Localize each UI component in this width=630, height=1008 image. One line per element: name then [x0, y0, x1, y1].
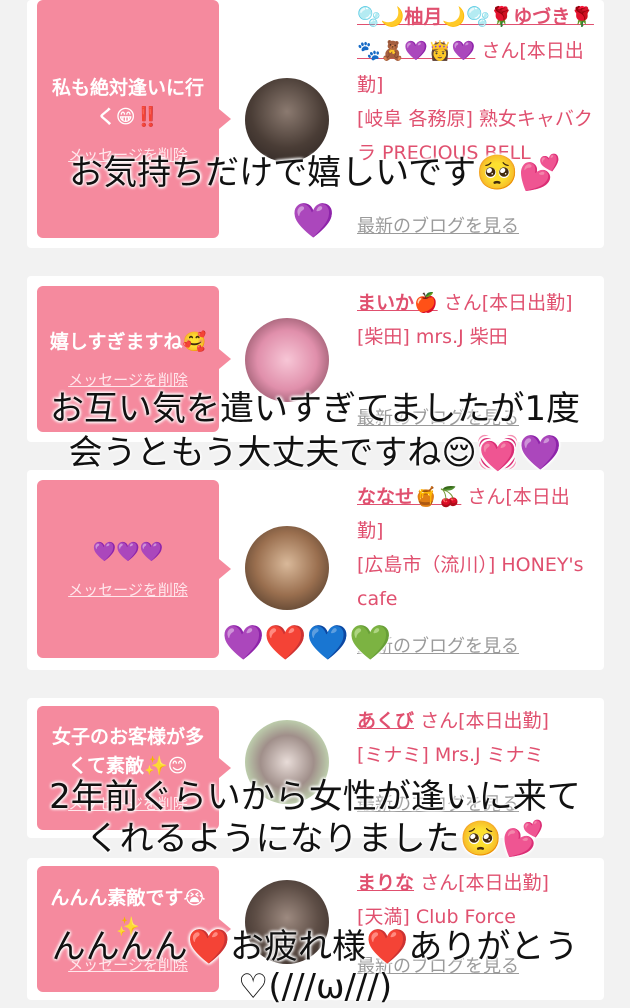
shop-location: [天満] Club Force [357, 906, 516, 928]
profile-info: 🫧🌙柚月🌙🫧🌹ゆづき🌹🐾🧸💜👸💜 さん[本日出勤] [岐阜 各務原] 熟女キャバ… [357, 0, 595, 170]
overlay-caption: 💜 [292, 201, 335, 241]
message-bubble: 💜💜💜 メッセージを削除 [37, 480, 231, 658]
overlay-caption: んんんん❤️お疲れ様❤️ありがとう [51, 927, 579, 967]
overlay-caption: くれるようになりました🥺💕 [85, 819, 545, 859]
title-suffix: さん[本日出勤] [420, 710, 549, 732]
delete-message-link[interactable]: メッセージを削除 [68, 369, 188, 390]
overlay-caption: お互い気を遣いすぎてましたが1度 [50, 389, 580, 429]
shop-location: [広島市（流川）] HONEY's cafe [357, 554, 584, 610]
delete-message-link[interactable]: メッセージを削除 [68, 579, 188, 600]
profile-name-link[interactable]: まりな [357, 872, 414, 894]
profile-name-link[interactable]: まいか🍎 [357, 292, 438, 314]
message-text: 嬉しすぎますね🥰 [49, 331, 207, 353]
profile-info: あくび さん[本日出勤] [ミナミ] Mrs.J ミナミ [357, 704, 595, 772]
title-suffix: さん[本日出勤] [443, 292, 573, 314]
message-text: 私も絶対逢いに行く😁‼️ [51, 76, 204, 128]
blog-link[interactable]: 最新のブログを見る [357, 212, 519, 238]
profile-info: ななせ🍯🍒 さん[本日出勤] [広島市（流川）] HONEY's cafe [357, 480, 595, 616]
title-suffix: さん[本日出勤] [420, 872, 549, 894]
message-text: 女子のお客様が多くて素敵✨😊 [51, 725, 204, 777]
profile-name-link[interactable]: ななせ🍯🍒 [357, 486, 461, 508]
overlay-caption: 💜❤️💙💚 [222, 623, 392, 663]
profile-info: まいか🍎 さん[本日出勤] [柴田] mrs.J 柴田 [357, 286, 595, 354]
profile-name-link[interactable]: あくび [357, 710, 414, 732]
message-bubble: 私も絶対逢いに行く😁‼️ メッセージを削除 [37, 0, 231, 238]
overlay-caption: お気持ちだけで嬉しいです🥺💕 [69, 153, 561, 193]
overlay-caption: 2年前ぐらいから女性が逢いに来て [49, 777, 581, 817]
avatar[interactable] [245, 526, 329, 610]
shop-location: [柴田] mrs.J 柴田 [357, 326, 508, 348]
avatar[interactable] [245, 78, 329, 162]
overlay-caption: 会うともう大丈夫ですね😌💓💜 [68, 433, 562, 473]
shop-location: [ミナミ] Mrs.J ミナミ [357, 744, 544, 766]
message-text: 💜💜💜 [92, 541, 164, 563]
overlay-caption: ♡(///ω///) [237, 967, 393, 1007]
profile-info: まりな さん[本日出勤] [天満] Club Force [357, 866, 595, 934]
